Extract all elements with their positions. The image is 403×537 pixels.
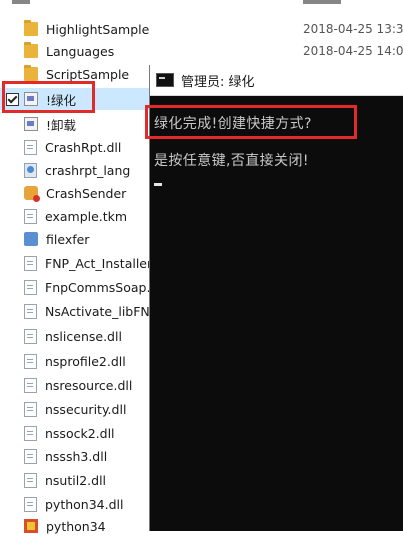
dll-file-icon: [24, 328, 37, 344]
file-name: HighlightSample: [46, 21, 150, 37]
file-name: filexfer: [46, 231, 90, 247]
file-name: !绿化: [46, 92, 77, 108]
console-line-instruction: 是按任意键,否直接关闭!: [154, 153, 309, 169]
dll-file-icon: [24, 472, 37, 488]
file-name: nssecurity.dll: [45, 401, 127, 417]
file-name: crashrpt_lang: [45, 162, 131, 178]
dll-file-icon: [24, 496, 37, 512]
batch-script-icon: [24, 92, 38, 106]
console-title: 管理员: 绿化: [181, 74, 255, 90]
dll-file-icon: [24, 303, 37, 319]
dll-file-icon: [24, 377, 37, 393]
file-name: nssock2.dll: [45, 425, 115, 441]
file-date: 2018-04-25 14:07: [303, 44, 403, 58]
file-date: 2018-04-25 13:30: [303, 22, 403, 36]
console-window[interactable]: 管理员: 绿化 绿化完成!创建快捷方式? 是按任意键,否直接关闭!: [149, 65, 403, 531]
batch-script-icon: [24, 117, 38, 131]
crash-sender-app-icon: [24, 186, 40, 202]
file-name: !卸载: [46, 117, 77, 133]
folder-icon: [24, 42, 38, 58]
dll-file-icon: [24, 255, 37, 271]
file-name: CrashSender: [46, 185, 127, 201]
dll-file-icon: [24, 448, 37, 464]
console-line-prompt: 绿化完成!创建快捷方式?: [154, 116, 312, 132]
file-name: nsutil2.dll: [45, 472, 107, 488]
file-name: nsresource.dll: [45, 377, 133, 393]
file-name: python34.dll: [45, 496, 124, 512]
dll-file-icon: [24, 353, 37, 369]
file-row[interactable]: Languages 2018-04-25 14:07: [0, 40, 403, 62]
file-name: CrashRpt.dll: [45, 139, 122, 155]
dll-file-icon: [24, 425, 37, 441]
file-name: example.tkm: [45, 208, 128, 224]
blank-file-icon: [24, 208, 37, 224]
file-name: python34: [46, 518, 106, 534]
file-name: nsprofile2.dll: [45, 353, 126, 369]
clipped-header-row: [0, 0, 403, 6]
file-name: FNP_Act_Installer.c: [45, 255, 162, 271]
language-file-icon: [24, 162, 37, 178]
command-prompt-icon: [156, 73, 174, 87]
folder-icon: [24, 65, 38, 81]
dll-file-icon: [24, 139, 37, 155]
filexfer-app-icon: [24, 232, 38, 246]
file-name: FnpCommsSoap.dl: [45, 279, 162, 295]
folder-icon: [24, 20, 38, 36]
file-name: nslicense.dll: [45, 328, 122, 344]
file-name: nsssh3.dll: [45, 448, 108, 464]
file-row[interactable]: HighlightSample 2018-04-25 13:30: [0, 18, 403, 40]
file-name: Languages: [46, 43, 115, 59]
selection-checkbox[interactable]: [0, 88, 20, 110]
dll-file-icon: [24, 401, 37, 417]
dll-file-icon: [24, 279, 37, 295]
console-cursor: [154, 183, 162, 186]
file-name: NsActivate_libFNP: [45, 303, 158, 319]
file-name: ScriptSample: [46, 66, 130, 82]
console-titlebar[interactable]: 管理员: 绿化: [150, 65, 403, 96]
